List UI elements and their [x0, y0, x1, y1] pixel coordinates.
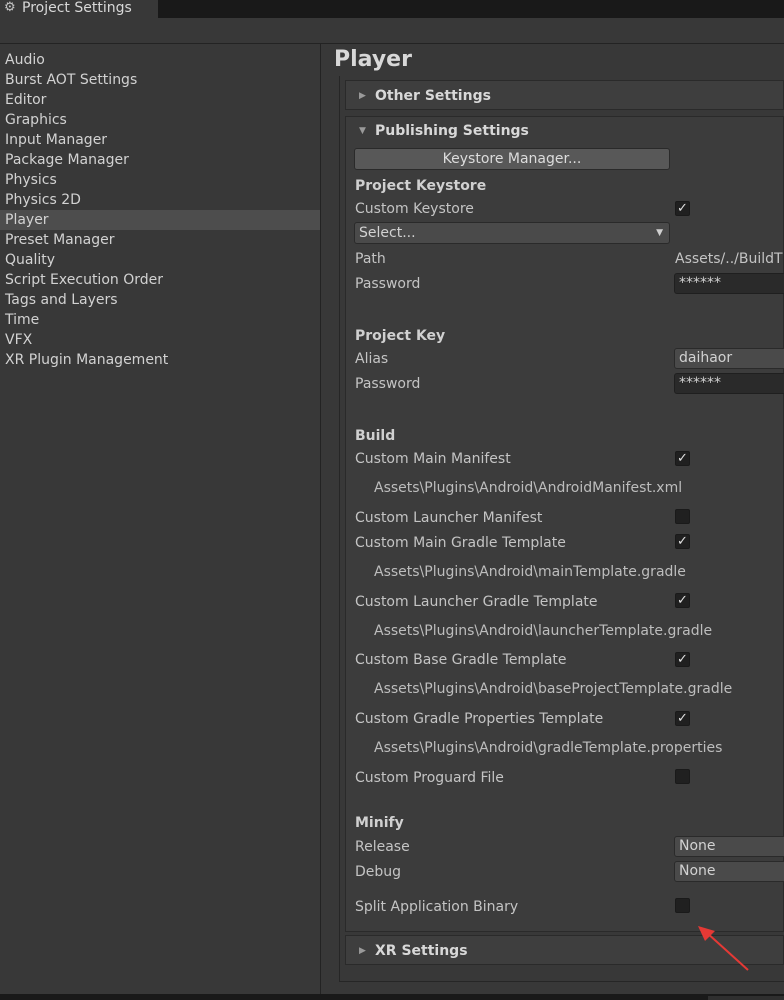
annotation-arrow-icon	[698, 926, 749, 971]
sidebar-item-script-execution-order[interactable]: Script Execution Order	[0, 270, 320, 290]
toolbar	[0, 18, 784, 44]
status-bar	[0, 994, 784, 1000]
sidebar-item-tags-and-layers[interactable]: Tags and Layers	[0, 290, 320, 310]
page-title: Player	[334, 47, 412, 72]
custom-main-manifest-checkbox[interactable]: ✓	[675, 451, 690, 466]
custom-launcher-gradle-label: Custom Launcher Gradle Template	[355, 594, 598, 610]
custom-gradle-properties-label: Custom Gradle Properties Template	[355, 711, 604, 727]
debug-dropdown[interactable]: None	[674, 861, 784, 882]
key-password-field[interactable]: ******	[674, 373, 784, 394]
sidebar-item-audio[interactable]: Audio	[0, 50, 320, 70]
path-label: Path	[355, 251, 386, 267]
keystore-select-value: Select...	[359, 225, 416, 241]
status-bar-segment	[708, 996, 784, 1000]
sidebar-item-physics-2d[interactable]: Physics 2D	[0, 190, 320, 210]
release-dropdown[interactable]: None	[674, 836, 784, 857]
custom-keystore-checkbox[interactable]: ✓	[675, 201, 690, 216]
alias-dropdown[interactable]: daihaor	[674, 348, 784, 369]
debug-label: Debug	[355, 864, 402, 880]
custom-gradle-properties-checkbox[interactable]: ✓	[675, 711, 690, 726]
tab-title: Project Settings	[22, 0, 132, 16]
custom-base-gradle-path: Assets\Plugins\Android\baseProjectTempla…	[374, 681, 733, 697]
minify-heading: Minify	[355, 815, 404, 831]
key-password-label: Password	[355, 376, 421, 392]
custom-launcher-gradle-path: Assets\Plugins\Android\launcherTemplate.…	[374, 623, 713, 639]
sidebar-item-editor[interactable]: Editor	[0, 90, 320, 110]
project-keystore-heading: Project Keystore	[355, 178, 487, 194]
path-value: Assets/../BuildT	[675, 251, 783, 267]
custom-launcher-manifest-checkbox[interactable]	[675, 509, 690, 524]
sidebar-item-vfx[interactable]: VFX	[0, 330, 320, 350]
gear-icon: ⚙	[4, 0, 16, 15]
sidebar-item-player[interactable]: Player	[0, 210, 320, 230]
custom-main-gradle-path: Assets\Plugins\Android\mainTemplate.grad…	[374, 564, 686, 580]
sidebar-item-graphics[interactable]: Graphics	[0, 110, 320, 130]
custom-base-gradle-checkbox[interactable]: ✓	[675, 652, 690, 667]
custom-base-gradle-label: Custom Base Gradle Template	[355, 652, 567, 668]
sidebar-item-xr-plugin-management[interactable]: XR Plugin Management	[0, 350, 320, 370]
split-binary-label: Split Application Binary	[355, 899, 519, 915]
build-heading: Build	[355, 428, 396, 444]
sidebar-item-input-manager[interactable]: Input Manager	[0, 130, 320, 150]
custom-proguard-checkbox[interactable]	[675, 769, 690, 784]
keystore-manager-button[interactable]: Keystore Manager...	[354, 148, 670, 170]
chevron-down-icon[interactable]: ▼	[359, 125, 366, 137]
other-settings-foldout[interactable]: ▶ Other Settings	[345, 80, 784, 110]
chevron-right-icon: ▶	[359, 946, 366, 956]
sidebar-item-physics[interactable]: Physics	[0, 170, 320, 190]
keystore-select-dropdown[interactable]: Select... ▼	[354, 222, 670, 244]
custom-gradle-properties-path: Assets\Plugins\Android\gradleTemplate.pr…	[374, 740, 723, 756]
custom-main-manifest-path: Assets\Plugins\Android\AndroidManifest.x…	[374, 480, 683, 496]
sidebar-item-quality[interactable]: Quality	[0, 250, 320, 270]
alias-label: Alias	[355, 351, 389, 367]
other-settings-label: Other Settings	[375, 88, 491, 104]
sidebar-item-time[interactable]: Time	[0, 310, 320, 330]
custom-launcher-gradle-checkbox[interactable]: ✓	[675, 593, 690, 608]
custom-proguard-label: Custom Proguard File	[355, 770, 504, 786]
custom-main-gradle-checkbox[interactable]: ✓	[675, 534, 690, 549]
project-settings-tab[interactable]: ⚙ Project Settings	[0, 0, 159, 18]
keystore-password-field[interactable]: ******	[674, 273, 784, 294]
xr-settings-label: XR Settings	[375, 943, 468, 959]
keystore-password-label: Password	[355, 276, 421, 292]
sidebar-item-burst-aot-settings[interactable]: Burst AOT Settings	[0, 70, 320, 90]
sidebar-item-package-manager[interactable]: Package Manager	[0, 150, 320, 170]
custom-launcher-manifest-label: Custom Launcher Manifest	[355, 510, 543, 526]
chevron-right-icon: ▶	[359, 91, 366, 101]
sidebar-item-preset-manager[interactable]: Preset Manager	[0, 230, 320, 250]
custom-main-manifest-label: Custom Main Manifest	[355, 451, 511, 467]
project-key-heading: Project Key	[355, 328, 446, 344]
split-binary-checkbox[interactable]	[675, 898, 690, 913]
dropdown-arrow-icon: ▼	[656, 228, 663, 238]
custom-main-gradle-label: Custom Main Gradle Template	[355, 535, 566, 551]
custom-keystore-label: Custom Keystore	[355, 201, 474, 217]
publishing-settings-label[interactable]: Publishing Settings	[375, 122, 529, 140]
release-label: Release	[355, 839, 410, 855]
